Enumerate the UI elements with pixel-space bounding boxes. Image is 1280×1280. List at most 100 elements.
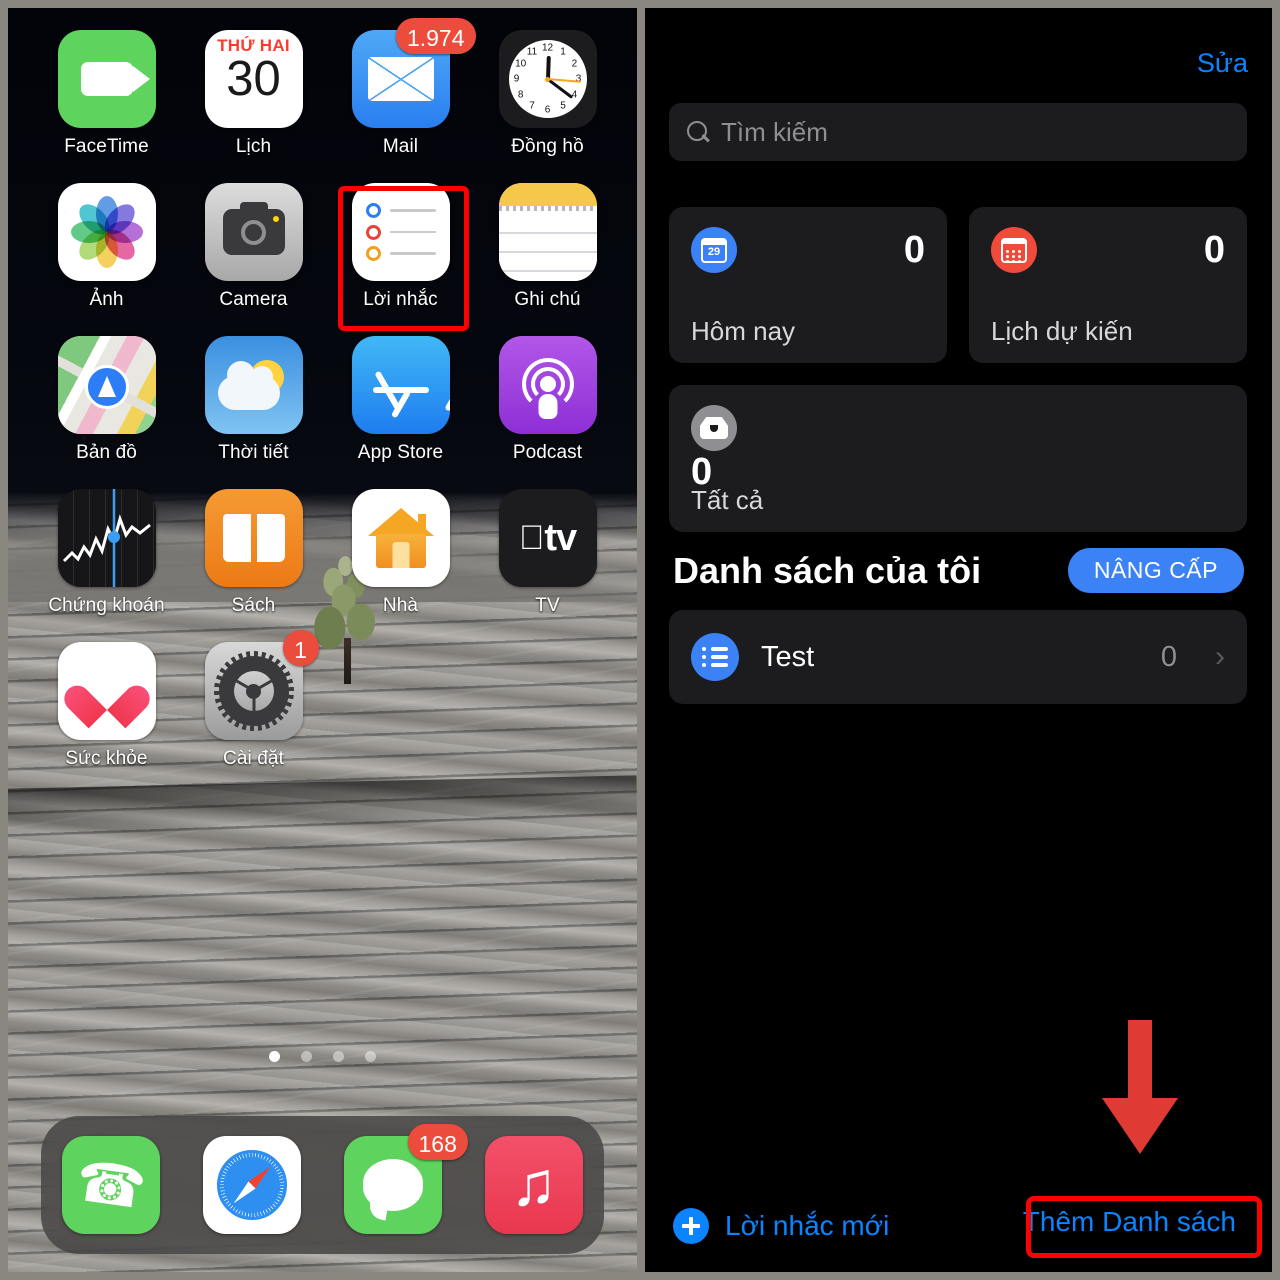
dock-app-music[interactable]: ♫ bbox=[484, 1136, 583, 1234]
page-dot[interactable] bbox=[365, 1051, 376, 1062]
app-suc-khoe[interactable]: Sức khỏe bbox=[33, 642, 180, 770]
search-placeholder: Tìm kiếm bbox=[721, 116, 828, 147]
phone-icon: ☎ bbox=[62, 1136, 161, 1234]
app-label: Ảnh bbox=[89, 289, 124, 310]
app-label: Mail bbox=[382, 136, 419, 157]
safari-icon bbox=[203, 1136, 302, 1234]
mail-badge: 1.974 bbox=[395, 18, 476, 54]
podcast-icon bbox=[498, 336, 597, 434]
all-label: Tất cả bbox=[691, 485, 764, 515]
tv-icon: tv bbox=[498, 489, 597, 587]
app-ban-do[interactable]: Bản đồ bbox=[33, 336, 180, 464]
clock-numeral: 8 bbox=[517, 89, 524, 100]
edit-button[interactable]: Sửa bbox=[1197, 48, 1248, 79]
app-dong-ho[interactable]: 12 11 10 9 8 7 6 5 4 3 2 1 Đồng hồ bbox=[474, 30, 621, 158]
list-name: Test bbox=[761, 640, 815, 673]
clock-numeral: 11 bbox=[526, 46, 538, 58]
app-label: Đồng hồ bbox=[511, 136, 584, 157]
smart-card-scheduled[interactable]: 0 Lịch dự kiến bbox=[969, 207, 1247, 363]
camera-icon bbox=[204, 183, 303, 281]
reminders-app-screen: Sửa Tìm kiếm 29 0 Hôm nay 0 Lịch dự kiến… bbox=[645, 8, 1272, 1272]
app-label: FaceTime bbox=[64, 136, 149, 157]
plus-circle-icon bbox=[673, 1208, 709, 1244]
app-label: Thời tiết bbox=[218, 442, 289, 463]
app-ghi-chu[interactable]: Ghi chú bbox=[474, 183, 621, 311]
list-bullet-icon bbox=[691, 633, 739, 681]
section-title: Danh sách của tôi bbox=[673, 549, 982, 591]
smart-card-today[interactable]: 29 0 Hôm nay bbox=[669, 207, 947, 363]
app-label: Chứng khoán bbox=[48, 595, 165, 616]
app-mail[interactable]: 1.974 Mail bbox=[327, 18, 476, 158]
scheduled-label: Lịch dự kiến bbox=[991, 316, 1133, 346]
facetime-icon bbox=[57, 30, 156, 128]
app-label: TV bbox=[535, 595, 560, 616]
app-facetime[interactable]: FaceTime bbox=[33, 30, 180, 158]
maps-icon bbox=[57, 336, 156, 434]
today-count: 0 bbox=[903, 228, 925, 271]
weather-icon bbox=[204, 336, 303, 434]
notes-icon bbox=[498, 183, 597, 281]
home-icon bbox=[351, 489, 450, 587]
page-dot[interactable] bbox=[301, 1051, 312, 1062]
appstore-icon bbox=[351, 336, 450, 434]
app-grid: FaceTime THỨ HAI 30 Lịch 1.974 Mail 12 1… bbox=[8, 8, 637, 770]
calendar-icon: THỨ HAI 30 bbox=[204, 30, 303, 128]
my-lists-header: Danh sách của tôi NÂNG CẤP bbox=[673, 548, 1244, 593]
iphone-home-screen: FaceTime THỨ HAI 30 Lịch 1.974 Mail 12 1… bbox=[8, 8, 637, 1272]
reminders-icon bbox=[351, 183, 450, 281]
clock-numeral: 4 bbox=[571, 89, 578, 100]
new-reminder-label: Lời nhắc mới bbox=[725, 1210, 890, 1241]
app-podcast[interactable]: Podcast bbox=[474, 336, 621, 464]
app-row: Chứng khoán Sách Nhà tv TV bbox=[8, 489, 637, 617]
page-indicator[interactable] bbox=[8, 1051, 637, 1062]
app-tv[interactable]: tv TV bbox=[474, 489, 621, 617]
app-row: Ảnh Camera Lời nhắc Ghi chú bbox=[8, 183, 637, 311]
scheduled-count: 0 bbox=[1203, 228, 1225, 271]
calendar-day: 30 bbox=[226, 52, 281, 106]
app-row: Bản đồ Thời tiết App Store Podcast bbox=[8, 336, 637, 464]
app-app-store[interactable]: App Store bbox=[327, 336, 474, 464]
add-list-button[interactable]: Thêm Danh sách bbox=[1009, 1196, 1250, 1248]
today-label: Hôm nay bbox=[691, 316, 796, 346]
dock-app-messages[interactable]: 168 bbox=[343, 1124, 468, 1234]
clock-numeral: 2 bbox=[571, 58, 578, 69]
app-chung-khoan[interactable]: Chứng khoán bbox=[33, 489, 180, 617]
smart-card-all[interactable]: 0 Tất cả bbox=[669, 385, 1247, 532]
today-calendar-icon: 29 bbox=[691, 227, 737, 273]
clock-numeral: 10 bbox=[515, 58, 527, 69]
app-row: FaceTime THỨ HAI 30 Lịch 1.974 Mail 12 1… bbox=[8, 18, 637, 158]
upgrade-button[interactable]: NÂNG CẤP bbox=[1067, 548, 1244, 593]
list-count: 0 bbox=[1160, 640, 1177, 673]
app-camera[interactable]: Camera bbox=[180, 183, 327, 311]
app-cai-dat[interactable]: 1 Cài đặt bbox=[180, 630, 327, 770]
app-label: Sách bbox=[231, 595, 276, 616]
clock-numeral: 9 bbox=[513, 73, 520, 85]
dock: ☎ 168 ♫ bbox=[41, 1116, 604, 1254]
new-reminder-button[interactable]: Lời nhắc mới bbox=[673, 1208, 889, 1244]
search-icon bbox=[687, 121, 709, 143]
app-label: Lịch bbox=[235, 136, 272, 157]
app-nha[interactable]: Nhà bbox=[327, 489, 474, 617]
down-arrow-annotation bbox=[1102, 1020, 1178, 1154]
app-anh[interactable]: Ảnh bbox=[33, 183, 180, 311]
app-label: Ghi chú bbox=[514, 289, 581, 310]
app-lich[interactable]: THỨ HAI 30 Lịch bbox=[180, 30, 327, 158]
search-input[interactable]: Tìm kiếm bbox=[669, 103, 1247, 161]
app-label: Sức khỏe bbox=[65, 748, 148, 769]
clock-numeral: 6 bbox=[544, 104, 551, 116]
dock-app-safari[interactable] bbox=[203, 1136, 302, 1234]
page-dot[interactable] bbox=[269, 1051, 280, 1062]
app-sach[interactable]: Sách bbox=[180, 489, 327, 617]
dock-app-phone[interactable]: ☎ bbox=[62, 1136, 161, 1234]
clock-numeral: 5 bbox=[560, 100, 566, 112]
books-icon bbox=[204, 489, 303, 587]
page-dot[interactable] bbox=[333, 1051, 344, 1062]
list-item-test[interactable]: Test 0 › bbox=[669, 610, 1247, 704]
app-label: Nhà bbox=[382, 595, 419, 616]
scheduled-calendar-icon bbox=[991, 227, 1037, 273]
app-thoi-tiet[interactable]: Thời tiết bbox=[180, 336, 327, 464]
screenshot-root: FaceTime THỨ HAI 30 Lịch 1.974 Mail 12 1… bbox=[0, 0, 1280, 1280]
app-label: Lời nhắc bbox=[363, 289, 438, 310]
app-loi-nhac[interactable]: Lời nhắc bbox=[327, 183, 474, 311]
app-label: Camera bbox=[219, 289, 288, 310]
